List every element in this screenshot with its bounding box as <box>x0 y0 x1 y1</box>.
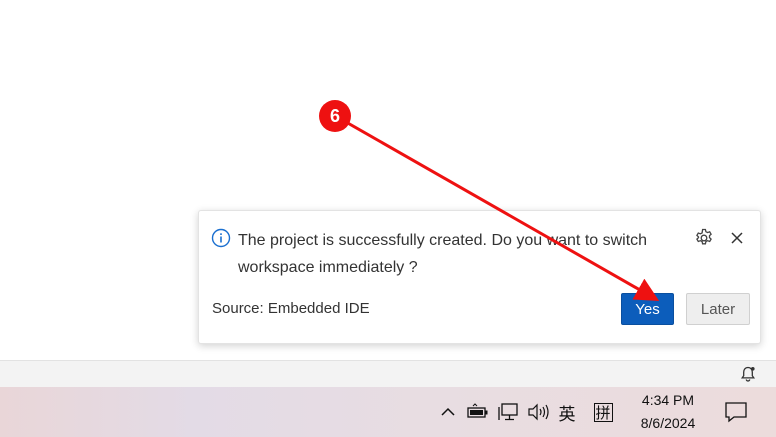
input-language-indicator[interactable]: 英 <box>555 400 579 425</box>
status-bar <box>0 360 776 387</box>
clock-time: 4:34 PM <box>641 392 695 408</box>
clock-date: 8/6/2024 <box>640 415 696 431</box>
later-button[interactable]: Later <box>686 293 750 325</box>
notification-toast: The project is successfully created. Do … <box>198 210 761 344</box>
gear-icon[interactable] <box>693 227 715 249</box>
action-center-icon[interactable] <box>723 399 749 425</box>
ime-mode-indicator[interactable]: 拼 <box>591 400 615 424</box>
show-hidden-icons-chevron-up-icon[interactable] <box>438 402 458 422</box>
step-number-badge: 6 <box>319 100 351 132</box>
close-icon[interactable] <box>727 228 747 248</box>
notification-message: The project is successfully created. Do … <box>238 232 648 276</box>
taskbar-clock[interactable]: 4:34 PM 8/6/2024 <box>625 389 711 435</box>
info-icon <box>211 228 231 248</box>
battery-icon[interactable] <box>466 402 490 422</box>
notification-source: Source: Embedded IDE <box>212 300 370 317</box>
notification-bell-icon[interactable] <box>738 364 758 384</box>
network-icon[interactable] <box>497 401 521 423</box>
taskbar: 英 拼 4:34 PM 8/6/2024 <box>0 387 776 437</box>
ime-mode-label: 拼 <box>593 402 613 422</box>
yes-button[interactable]: Yes <box>621 293 674 325</box>
volume-icon[interactable] <box>526 401 550 423</box>
